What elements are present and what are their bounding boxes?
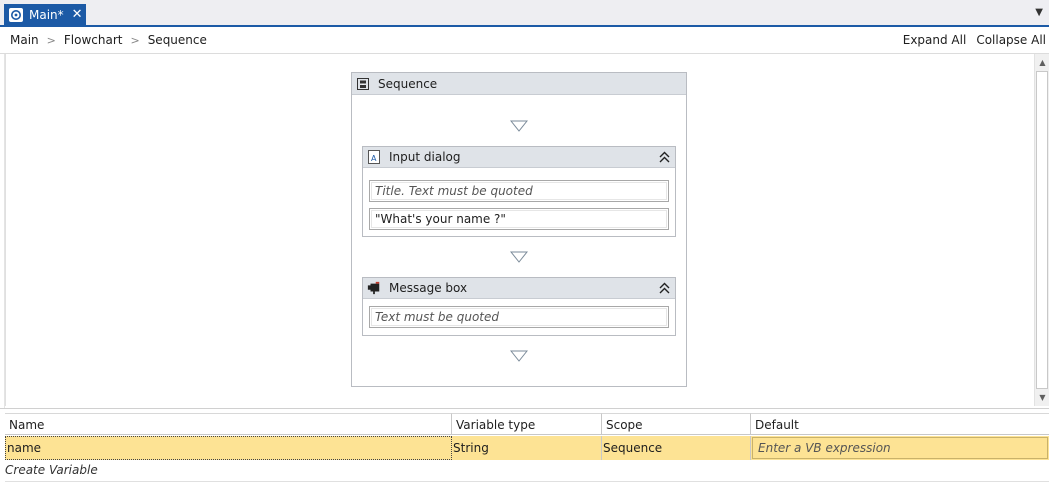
designer-breadcrumb-bar: Main > Flowchart > Sequence Expand All C… bbox=[0, 27, 1049, 54]
input-dialog-title-placeholder: Title. Text must be quoted bbox=[375, 184, 533, 198]
input-dialog-label-value: "What's your name ?" bbox=[375, 212, 506, 226]
document-tabstrip: Main* ✕ ▼ bbox=[0, 0, 1049, 27]
breadcrumb-item-flowchart[interactable]: Flowchart bbox=[64, 33, 123, 47]
workflow-icon bbox=[9, 7, 23, 22]
column-header-default[interactable]: Default bbox=[751, 413, 1049, 435]
collapse-chevron-icon[interactable] bbox=[658, 150, 671, 164]
input-dialog-header[interactable]: A Input dialog bbox=[363, 147, 675, 168]
breadcrumb-separator-icon: > bbox=[46, 33, 56, 47]
sequence-header[interactable]: Sequence bbox=[352, 73, 686, 95]
message-box-icon bbox=[367, 281, 381, 295]
scroll-up-icon[interactable]: ▲ bbox=[1035, 55, 1049, 70]
collapse-all-button[interactable]: Collapse All bbox=[976, 33, 1046, 47]
panel-divider bbox=[5, 481, 1049, 482]
message-box-header[interactable]: Message box bbox=[363, 278, 675, 299]
variables-panel: Name Variable type Scope Default name St… bbox=[0, 408, 1049, 483]
tab-main[interactable]: Main* ✕ bbox=[4, 4, 86, 25]
drop-target-arrow-icon[interactable] bbox=[510, 251, 528, 263]
breadcrumb-separator-icon: > bbox=[130, 33, 140, 47]
tab-main-label: Main* bbox=[29, 7, 64, 22]
svg-text:A: A bbox=[371, 154, 377, 163]
table-row[interactable]: name String Sequence Enter a VB expressi… bbox=[5, 436, 1049, 460]
input-dialog-label-field[interactable]: "What's your name ?" bbox=[369, 208, 669, 230]
input-dialog-title-field[interactable]: Title. Text must be quoted bbox=[369, 180, 669, 202]
chevron-down-icon[interactable]: ▼ bbox=[1035, 7, 1043, 18]
input-dialog-icon: A bbox=[367, 150, 381, 164]
variable-scope-cell[interactable]: Sequence bbox=[602, 436, 751, 460]
sequence-icon bbox=[356, 77, 370, 91]
input-dialog-title: Input dialog bbox=[389, 150, 461, 164]
drop-target-arrow-icon[interactable] bbox=[510, 120, 528, 132]
message-box-text-field[interactable]: Text must be quoted bbox=[369, 306, 669, 328]
input-dialog-activity[interactable]: A Input dialog Title. Text must be quote… bbox=[362, 146, 676, 237]
breadcrumb-item-main[interactable]: Main bbox=[10, 33, 39, 47]
message-box-text-placeholder: Text must be quoted bbox=[375, 310, 500, 324]
breadcrumb-item-sequence[interactable]: Sequence bbox=[148, 33, 207, 47]
drop-target-arrow-icon[interactable] bbox=[510, 350, 528, 362]
variable-type-cell[interactable]: String bbox=[452, 436, 602, 460]
message-box-title: Message box bbox=[389, 281, 468, 295]
collapse-chevron-icon[interactable] bbox=[658, 281, 671, 295]
variables-header-row: Name Variable type Scope Default bbox=[5, 413, 1049, 435]
expand-all-button[interactable]: Expand All bbox=[903, 33, 967, 47]
sequence-activity[interactable]: Sequence A Input dialog Title. Text must… bbox=[351, 72, 687, 387]
expand-collapse-actions: Expand All Collapse All bbox=[893, 33, 1046, 47]
message-box-activity[interactable]: Message box Text must be quoted bbox=[362, 277, 676, 336]
column-header-variable-type[interactable]: Variable type bbox=[452, 413, 602, 435]
close-icon[interactable]: ✕ bbox=[72, 8, 83, 21]
breadcrumb: Main > Flowchart > Sequence bbox=[0, 33, 207, 47]
scrollbar-thumb[interactable] bbox=[1036, 71, 1048, 389]
variable-default-input[interactable]: Enter a VB expression bbox=[752, 437, 1048, 459]
sequence-title: Sequence bbox=[378, 76, 438, 91]
create-variable-button[interactable]: Create Variable bbox=[5, 463, 98, 477]
column-header-scope[interactable]: Scope bbox=[602, 413, 751, 435]
designer-vertical-scrollbar[interactable]: ▲ ▼ bbox=[1034, 54, 1049, 406]
scroll-down-icon[interactable]: ▼ bbox=[1035, 390, 1049, 405]
column-header-name[interactable]: Name bbox=[5, 413, 452, 435]
variable-name-cell[interactable]: name bbox=[5, 436, 452, 460]
